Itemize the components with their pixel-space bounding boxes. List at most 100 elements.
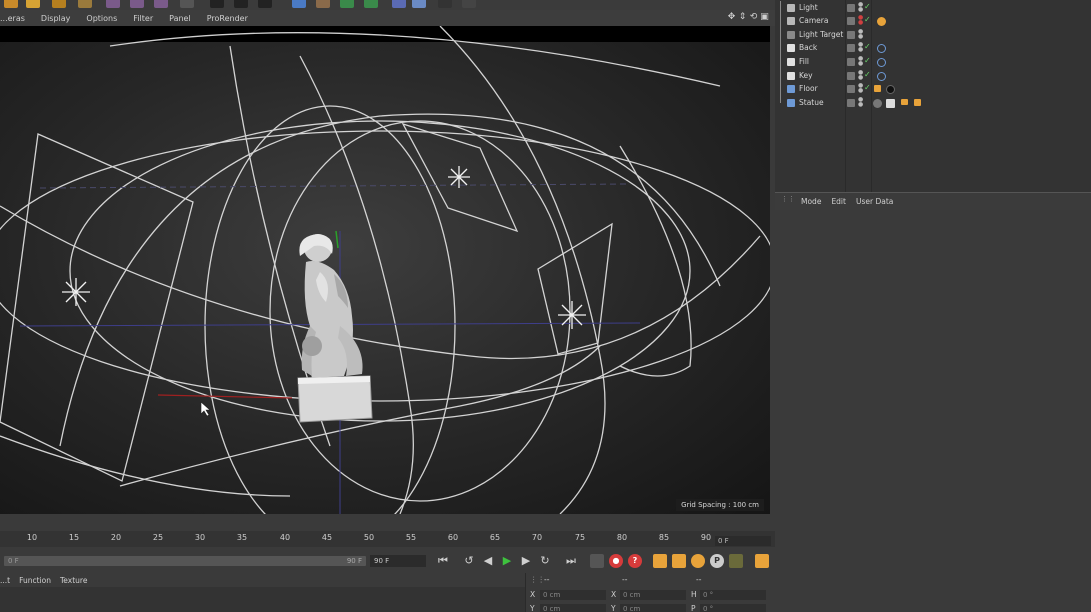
- toolbar-icon[interactable]: [340, 0, 354, 8]
- pla-key-icon[interactable]: [729, 554, 743, 568]
- rotate-key-icon[interactable]: [691, 554, 705, 568]
- visibility-dots[interactable]: ● ●: [858, 97, 863, 108]
- size-y-field[interactable]: 0 cm: [620, 604, 686, 612]
- toolbar-icon[interactable]: [130, 0, 144, 8]
- rotation-h-field[interactable]: 0 °: [700, 590, 766, 600]
- timeline-ruler[interactable]: 10 15 20 25 30 35 40 45 50 55 60 65 70 7…: [0, 531, 775, 547]
- enabled-check-icon[interactable]: ✓: [864, 15, 871, 24]
- size-x-field[interactable]: 0 cm: [620, 590, 686, 600]
- end-frame-field[interactable]: 90 F: [370, 555, 426, 567]
- play-icon[interactable]: ▶: [500, 554, 514, 568]
- parameter-key-icon[interactable]: P: [710, 554, 724, 568]
- menu-prorender[interactable]: ProRender: [207, 14, 248, 23]
- object-row-key[interactable]: Key ● ● ✓: [775, 69, 1091, 83]
- material-tag-icon[interactable]: [886, 85, 895, 94]
- tag-icon[interactable]: [874, 85, 881, 92]
- autokey-icon[interactable]: ?: [628, 554, 642, 568]
- record-icon[interactable]: ●: [609, 554, 623, 568]
- menu-edit[interactable]: ...t: [0, 576, 10, 585]
- tag-icon[interactable]: [901, 99, 908, 105]
- menu-panel[interactable]: Panel: [169, 14, 191, 23]
- dolly-view-icon[interactable]: ⇕: [738, 13, 747, 22]
- enabled-check-icon[interactable]: ✓: [864, 56, 871, 65]
- menu-cameras[interactable]: ...eras: [0, 14, 25, 23]
- grip-icon[interactable]: ⋮⋮: [530, 574, 545, 586]
- protection-tag-icon[interactable]: [877, 17, 886, 26]
- menu-mode[interactable]: Mode: [801, 197, 821, 206]
- keyframe-selection-icon[interactable]: [590, 554, 604, 568]
- render-icon[interactable]: [234, 0, 248, 8]
- render-icon[interactable]: [258, 0, 272, 8]
- object-row-statue[interactable]: Statue ● ●: [775, 96, 1091, 110]
- tag-icon[interactable]: [914, 99, 921, 106]
- object-row-back[interactable]: Back ● ● ✓: [775, 41, 1091, 55]
- maximize-view-icon[interactable]: ▣: [760, 13, 769, 22]
- next-frame-icon[interactable]: ▶: [519, 554, 533, 568]
- toolbar-icon[interactable]: [78, 0, 92, 8]
- layer-flag[interactable]: [847, 17, 855, 25]
- visibility-dots[interactable]: ● ●: [858, 15, 863, 26]
- toolbar-icon[interactable]: [316, 0, 330, 8]
- layer-flag[interactable]: [847, 58, 855, 66]
- material-tag-icon[interactable]: [873, 99, 882, 108]
- toolbar-icon[interactable]: [180, 0, 194, 8]
- go-to-start-icon[interactable]: ⏮: [436, 554, 450, 568]
- render-icon[interactable]: [210, 0, 224, 8]
- enabled-check-icon[interactable]: ✓: [864, 42, 871, 51]
- enabled-check-icon[interactable]: ✓: [864, 2, 871, 11]
- visibility-dots[interactable]: ● ●: [858, 29, 863, 40]
- object-row-light-target[interactable]: Light Target ● ●: [775, 28, 1091, 42]
- go-to-end-icon[interactable]: ⏭: [564, 554, 578, 568]
- target-tag-icon[interactable]: [877, 58, 886, 67]
- toolbar-icon[interactable]: [392, 0, 406, 8]
- menu-texture[interactable]: Texture: [60, 576, 87, 585]
- layer-flag[interactable]: [847, 31, 855, 39]
- layer-flag[interactable]: [847, 85, 855, 93]
- target-tag-icon[interactable]: [877, 44, 886, 53]
- toolbar-icon[interactable]: [412, 0, 426, 8]
- layer-flag[interactable]: [847, 72, 855, 80]
- position-x-field[interactable]: 0 cm: [540, 590, 606, 600]
- menu-function[interactable]: Function: [19, 576, 51, 585]
- timeline-icon[interactable]: [755, 554, 769, 568]
- current-frame-field[interactable]: 0 F: [715, 536, 771, 546]
- enabled-check-icon[interactable]: ✓: [864, 83, 871, 92]
- object-row-floor[interactable]: Floor ● ● ✓: [775, 82, 1091, 96]
- toolbar-icon[interactable]: [4, 0, 18, 8]
- visibility-dots[interactable]: ● ●: [858, 70, 863, 81]
- menu-filter[interactable]: Filter: [133, 14, 153, 23]
- target-tag-icon[interactable]: [877, 72, 886, 81]
- position-y-field[interactable]: 0 cm: [540, 604, 606, 612]
- toolbar-icon[interactable]: [292, 0, 306, 8]
- object-row-light[interactable]: Light ● ● ✓: [775, 1, 1091, 15]
- menu-display[interactable]: Display: [41, 14, 71, 23]
- move-key-icon[interactable]: [653, 554, 667, 568]
- visibility-dots[interactable]: ● ●: [858, 42, 863, 53]
- visibility-dots[interactable]: ● ●: [858, 2, 863, 13]
- scale-key-icon[interactable]: [672, 554, 686, 568]
- previous-key-icon[interactable]: ↺: [462, 554, 476, 568]
- menu-user-data[interactable]: User Data: [856, 197, 893, 206]
- toolbar-icon[interactable]: [438, 0, 452, 8]
- toolbar-icon[interactable]: [462, 0, 476, 8]
- object-row-camera[interactable]: Camera ● ● ✓: [775, 14, 1091, 28]
- visibility-dots[interactable]: ● ●: [858, 56, 863, 67]
- previous-frame-icon[interactable]: ◀: [481, 554, 495, 568]
- visibility-dots[interactable]: ● ●: [858, 83, 863, 94]
- uvw-tag-icon[interactable]: [886, 99, 895, 108]
- layer-flag[interactable]: [847, 44, 855, 52]
- layer-flag[interactable]: [847, 4, 855, 12]
- menu-options[interactable]: Options: [86, 14, 117, 23]
- toolbar-icon[interactable]: [26, 0, 40, 8]
- toolbar-icon[interactable]: [364, 0, 378, 8]
- 3d-viewport[interactable]: Grid Spacing : 100 cm: [0, 26, 770, 514]
- toolbar-icon[interactable]: [154, 0, 168, 8]
- layer-flag[interactable]: [847, 99, 855, 107]
- move-view-icon[interactable]: ✥: [727, 13, 736, 22]
- rotate-view-icon[interactable]: ⟲: [749, 13, 758, 22]
- rotation-p-field[interactable]: 0 °: [700, 604, 766, 612]
- enabled-check-icon[interactable]: ✓: [864, 70, 871, 79]
- next-key-icon[interactable]: ↻: [538, 554, 552, 568]
- preview-range-slider[interactable]: 0 F 90 F: [4, 556, 366, 566]
- toolbar-icon[interactable]: [106, 0, 120, 8]
